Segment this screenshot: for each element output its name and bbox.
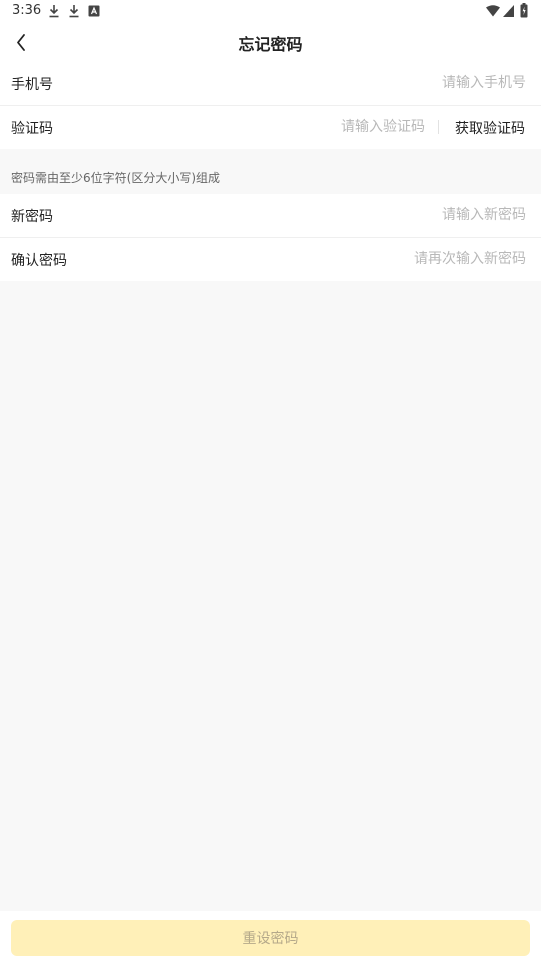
download-icon (69, 5, 79, 18)
phone-input[interactable] (240, 70, 526, 96)
account-form-group: 手机号 验证码 获取验证码 (0, 62, 541, 149)
confirm-password-label: 确认密码 (11, 253, 67, 269)
reset-password-button[interactable]: 重设密码 (11, 920, 530, 956)
new-password-input[interactable] (240, 202, 526, 228)
confirm-password-row: 确认密码 (0, 238, 541, 281)
header: 忘记密码 (0, 22, 541, 62)
status-bar: 3:36 (0, 0, 541, 22)
wifi-icon (486, 5, 500, 17)
code-label: 验证码 (11, 121, 53, 137)
verification-code-input[interactable] (240, 114, 425, 140)
password-form-group: 新密码 确认密码 (0, 194, 541, 281)
download-icon (49, 5, 59, 18)
new-password-label: 新密码 (11, 209, 53, 225)
password-hint: 密码需由至少6位字符(区分大小写)组成 (11, 171, 220, 185)
signal-icon (503, 5, 514, 17)
phone-row: 手机号 (0, 62, 541, 106)
page-title: 忘记密码 (238, 35, 303, 54)
battery-icon (520, 3, 528, 18)
divider (438, 120, 439, 134)
app-notification-icon (88, 5, 100, 17)
confirm-password-input[interactable] (240, 246, 526, 272)
phone-label: 手机号 (11, 77, 53, 93)
bottom-bar: 重设密码 (0, 911, 541, 963)
status-time: 3:36 (12, 3, 42, 18)
get-code-button[interactable]: 获取验证码 (455, 118, 525, 138)
new-password-row: 新密码 (0, 194, 541, 238)
code-row: 验证码 获取验证码 (0, 106, 541, 149)
